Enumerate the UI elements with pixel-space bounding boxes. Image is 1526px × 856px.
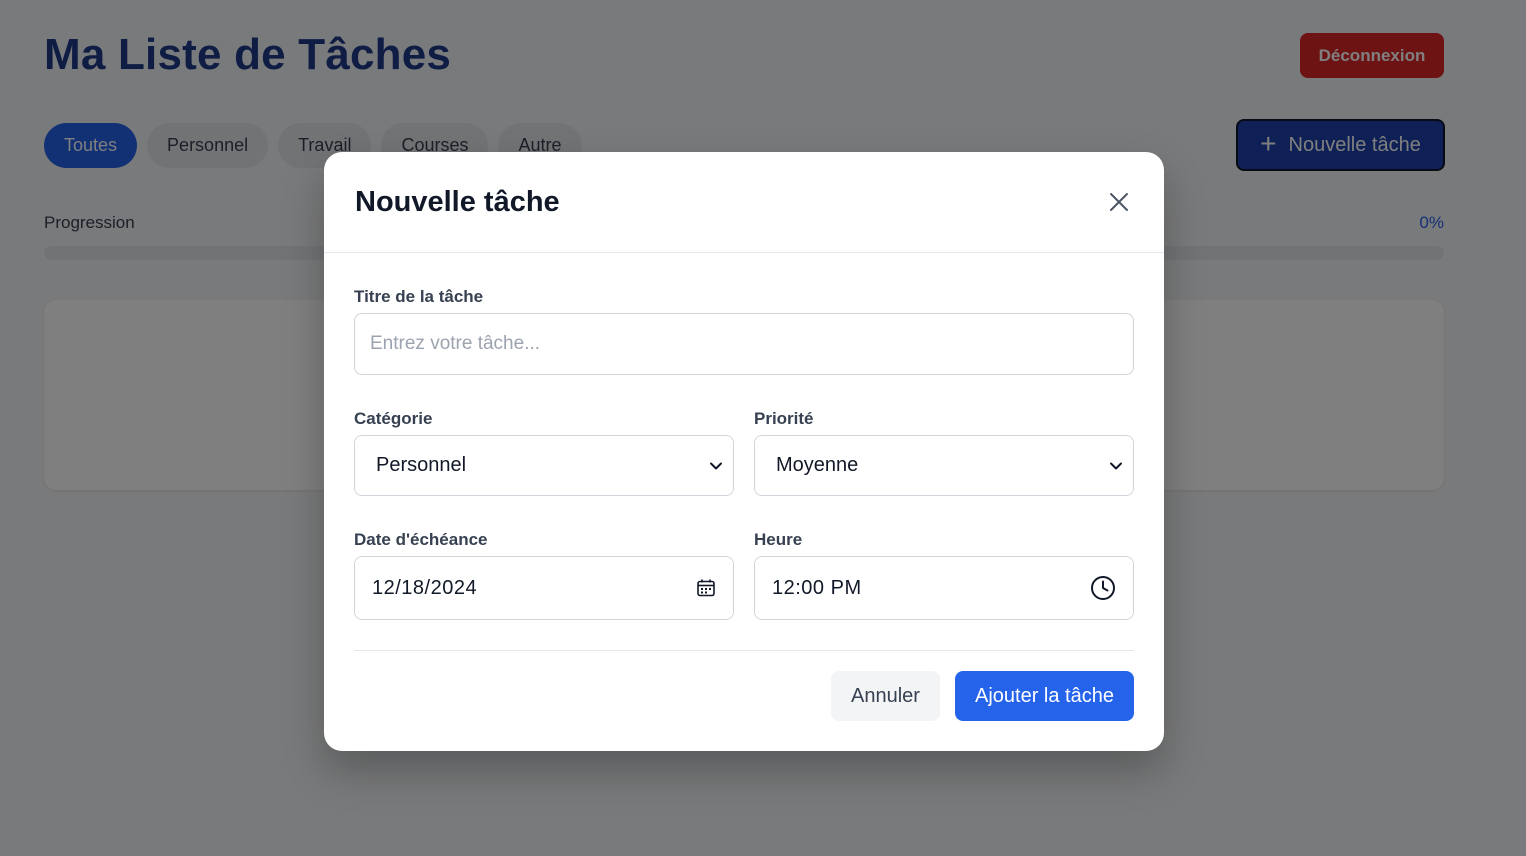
time-label: Heure — [754, 530, 803, 549]
footer-divider — [354, 650, 1134, 651]
chevron-down-icon — [710, 462, 722, 469]
dialog-title: Nouvelle tâche — [355, 185, 560, 218]
calendar-icon[interactable] — [696, 578, 716, 598]
task-title-label: Titre de la tâche — [354, 287, 484, 306]
category-label: Catégorie — [354, 409, 433, 428]
close-icon — [1110, 193, 1128, 211]
clock-icon[interactable] — [1090, 575, 1116, 601]
due-date-value: 12/18/2024 — [372, 576, 478, 599]
category-value: Personnel — [376, 454, 467, 476]
due-date-label: Date d'échéance — [354, 530, 488, 549]
cancel-button[interactable]: Annuler — [831, 671, 940, 721]
priority-value: Moyenne — [776, 454, 859, 476]
category-select[interactable]: Personnel — [354, 435, 734, 496]
add-task-button[interactable]: Ajouter la tâche — [955, 671, 1134, 721]
priority-select[interactable]: Moyenne — [754, 435, 1134, 496]
due-date-input[interactable]: 12/18/2024 — [354, 556, 734, 620]
priority-label: Priorité — [754, 409, 814, 428]
time-value: 12:00 PM — [772, 576, 862, 599]
time-input[interactable]: 12:00 PM — [754, 556, 1134, 620]
task-title-input[interactable] — [354, 313, 1134, 375]
chevron-down-icon — [1110, 462, 1122, 469]
dialog-header: Nouvelle tâche — [324, 152, 1164, 253]
new-task-dialog: Nouvelle tâche Titre de la tâche Catégor… — [324, 152, 1164, 751]
close-button[interactable] — [1104, 187, 1134, 217]
